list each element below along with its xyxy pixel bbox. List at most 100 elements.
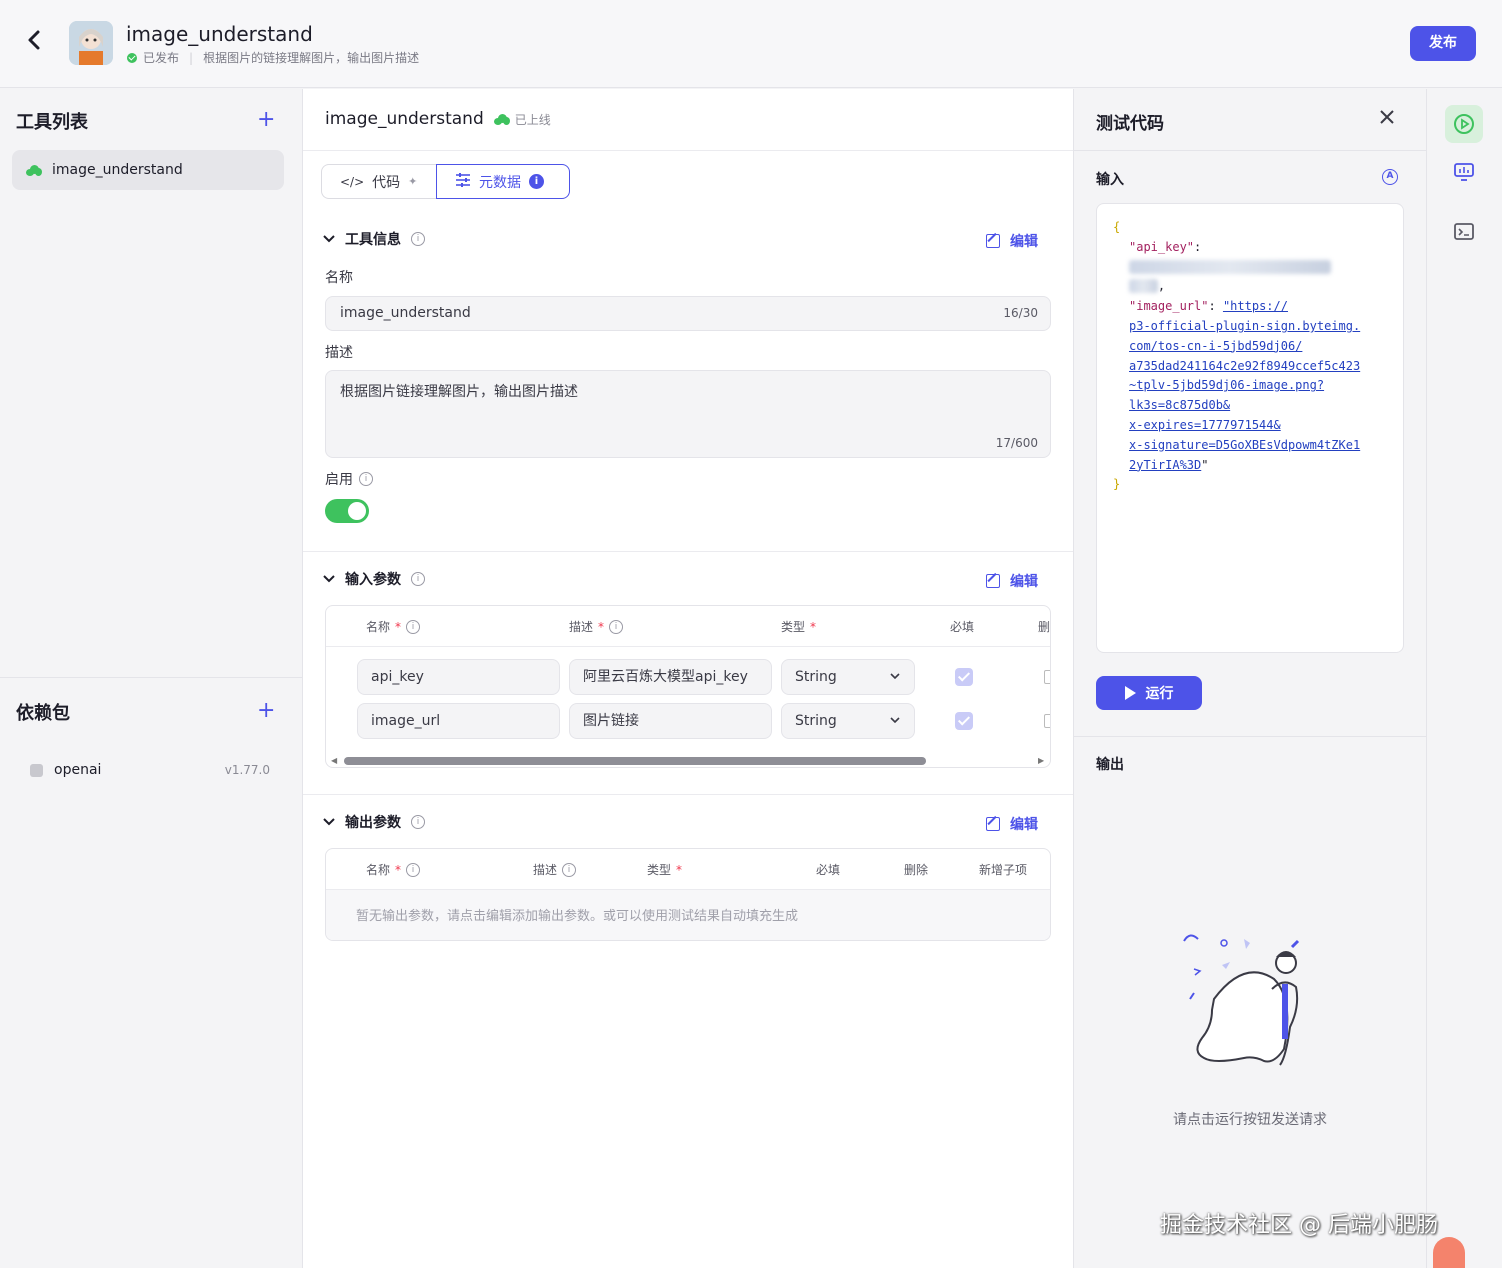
input-params-section-header[interactable]: 输入参数 i: [323, 569, 425, 589]
divider: [0, 677, 302, 678]
edit-input-params-button[interactable]: 编辑: [986, 571, 1038, 591]
divider: [1074, 150, 1426, 151]
add-dependency-plus-icon[interactable]: +: [257, 700, 275, 722]
sliders-icon: [455, 172, 471, 191]
info-icon: i: [529, 174, 544, 189]
info-circle-icon: i: [359, 472, 373, 486]
scroll-right-arrow-icon[interactable]: ▶: [1038, 756, 1044, 765]
param-name-input[interactable]: image_url: [357, 703, 560, 739]
required-checkbox[interactable]: [955, 668, 973, 686]
edit-icon: [986, 817, 1000, 831]
enabled-label-row: 启用 i: [325, 469, 373, 489]
col-header-type: 类型 *: [781, 619, 817, 635]
name-counter: 16/30: [1003, 306, 1038, 320]
package-icon: [30, 763, 43, 777]
edit-icon: [986, 574, 1000, 588]
required-checkbox[interactable]: [955, 712, 973, 730]
sidebar-item-image-understand[interactable]: image_understand: [12, 150, 284, 190]
divider: [303, 551, 1073, 552]
top-header: image_understand 已发布 | 根据图片的链接理解图片，输出图片描…: [0, 0, 1502, 88]
tool-name: image_understand: [325, 109, 484, 129]
format-a-icon[interactable]: A: [1382, 169, 1398, 185]
edit-output-params-button[interactable]: 编辑: [986, 814, 1038, 834]
dependency-name: openai: [54, 762, 102, 778]
col-header-desc: 描述 i: [533, 861, 577, 878]
param-desc-input[interactable]: 阿里云百炼大模型api_key: [569, 659, 772, 695]
publish-button[interactable]: 发布: [1410, 26, 1476, 61]
cloud-online-icon: [26, 164, 42, 176]
param-type-select[interactable]: String: [781, 703, 915, 739]
tool-info-section-header[interactable]: 工具信息 i: [323, 229, 425, 249]
assistant-avatar-icon[interactable]: [1433, 1237, 1465, 1268]
right-toolbar: [1427, 89, 1502, 1268]
col-header-desc: 描述 * i: [569, 618, 624, 635]
dependency-version: v1.77.0: [224, 763, 270, 777]
col-header-name: 名称 * i: [366, 618, 421, 635]
chevron-down-icon: [323, 232, 335, 246]
sparkle-icon: ✦: [408, 175, 418, 188]
code-icon: </>: [340, 174, 365, 189]
run-button[interactable]: 运行: [1096, 676, 1202, 710]
info-circle-icon: i: [411, 815, 425, 829]
close-icon[interactable]: [1380, 105, 1394, 130]
param-desc-input[interactable]: 图片链接: [569, 703, 772, 739]
watermark: 掘金技术社区 @ 后端小肥肠: [1160, 1213, 1438, 1238]
tool-description-value: 根据图片链接理解图片，输出图片描述: [340, 384, 578, 400]
scroll-left-arrow-icon[interactable]: ◀: [331, 756, 337, 765]
tool-name-value: image_understand: [340, 305, 471, 321]
back-arrow-icon[interactable]: [26, 28, 50, 56]
tool-description-field[interactable]: 根据图片链接理解图片，输出图片描述 17/600: [325, 370, 1051, 458]
chevron-down-icon: [890, 660, 900, 694]
test-input-editor[interactable]: { "api_key": sk-d553795296d954c87b2e4a1f…: [1096, 203, 1404, 653]
edit-label: 编辑: [1010, 234, 1038, 250]
col-header-add-child: 新增子项: [979, 863, 1028, 877]
cloud-online-icon: [493, 113, 510, 125]
col-header-type: 类型 *: [647, 862, 683, 878]
code-key-api-key: "api_key": [1129, 239, 1195, 254]
name-label: 名称: [325, 270, 353, 286]
divider: [303, 794, 1073, 795]
col-header-delete: 删: [1038, 620, 1051, 634]
edit-icon: [986, 234, 1000, 248]
divider: [1074, 736, 1426, 737]
chevron-down-icon: [890, 704, 900, 738]
chevron-down-icon: [323, 572, 335, 586]
sidebar-item-label: image_understand: [52, 162, 183, 178]
edit-label: 编辑: [1010, 574, 1038, 590]
tool-title: image_understand 已上线: [325, 109, 551, 129]
monitor-icon[interactable]: [1445, 153, 1483, 191]
terminal-icon[interactable]: [1445, 213, 1483, 251]
test-panel: 测试代码 输入 A { "api_key": sk-d553795296d954…: [1074, 89, 1427, 1268]
app-description: 根据图片的链接理解图片，输出图片描述: [203, 51, 420, 65]
view-tabs: </> 代码 ✦ 元数据 i: [321, 164, 570, 199]
left-sidebar: 工具列表 + image_understand 依赖包 + openai v1.…: [0, 89, 303, 1268]
divider: |: [189, 50, 194, 65]
output-params-title: 输出参数: [345, 815, 401, 831]
online-status: 已上线: [493, 111, 551, 128]
param-type-select[interactable]: String: [781, 659, 915, 695]
test-run-icon[interactable]: [1445, 105, 1483, 143]
masked-api-key-tail: 2c00: [1129, 279, 1158, 294]
param-name-input[interactable]: api_key: [357, 659, 560, 695]
tab-metadata[interactable]: 元数据 i: [436, 164, 570, 199]
app-status-line: 已发布 | 根据图片的链接理解图片，输出图片描述: [127, 49, 419, 66]
add-tool-plus-icon[interactable]: +: [257, 109, 275, 131]
output-empty-tip: 请点击运行按钮发送请求: [1173, 1112, 1327, 1128]
param-type-value: String: [795, 713, 837, 729]
tools-list-title: 工具列表: [16, 112, 88, 133]
output-params-table: 名称 * i 描述 i 类型 * 必填 删除 新增子项 暂无输出参数，请点击编辑添加输出…: [325, 848, 1051, 941]
horizontal-scrollbar[interactable]: [344, 757, 926, 765]
tab-code[interactable]: </> 代码 ✦: [321, 164, 436, 199]
delete-icon[interactable]: [1044, 714, 1050, 728]
output-params-section-header[interactable]: 输出参数 i: [323, 812, 425, 832]
edit-label: 编辑: [1010, 817, 1038, 833]
delete-icon[interactable]: [1044, 670, 1050, 684]
dependency-item: openai v1.77.0: [30, 762, 270, 778]
tab-code-label: 代码: [372, 174, 401, 191]
col-header-name: 名称 * i: [366, 861, 421, 878]
edit-tool-info-button[interactable]: 编辑: [986, 231, 1038, 251]
online-status-label: 已上线: [514, 112, 551, 127]
tool-name-field[interactable]: image_understand 16/30: [325, 296, 1051, 331]
col-header-required: 必填: [950, 620, 975, 634]
enabled-toggle[interactable]: [325, 499, 369, 523]
